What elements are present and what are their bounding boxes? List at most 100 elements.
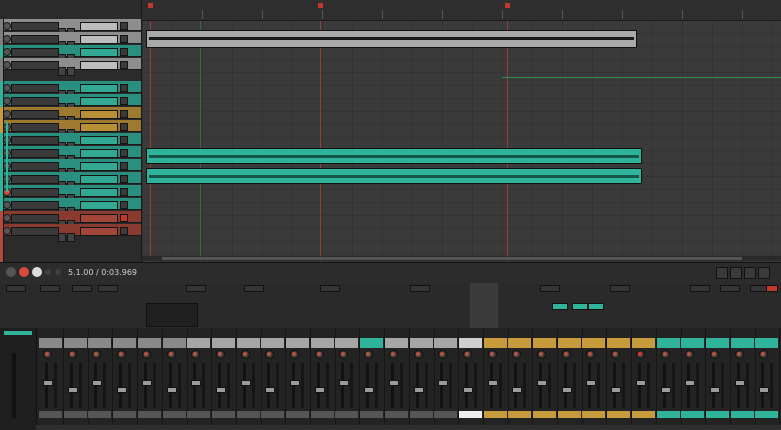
mixer-channel-strip[interactable] bbox=[483, 328, 509, 430]
record-arm-button[interactable] bbox=[3, 227, 11, 235]
track-row[interactable] bbox=[0, 81, 141, 183]
track-row[interactable] bbox=[0, 120, 141, 222]
track-name-field[interactable] bbox=[11, 188, 59, 197]
fader-handle[interactable] bbox=[240, 380, 251, 386]
channel-header[interactable] bbox=[211, 338, 235, 348]
fader-handle[interactable] bbox=[339, 380, 350, 386]
record-arm-indicator[interactable] bbox=[390, 352, 395, 356]
record-arm-button[interactable] bbox=[3, 35, 11, 43]
channel-header[interactable] bbox=[458, 338, 482, 348]
fader-handle[interactable] bbox=[388, 380, 399, 386]
marker-flag[interactable] bbox=[505, 3, 510, 8]
volume-fader-track[interactable] bbox=[366, 363, 370, 408]
track-io-field[interactable] bbox=[80, 35, 118, 44]
track-name-field[interactable] bbox=[11, 201, 59, 210]
mixer-channel-strip[interactable] bbox=[87, 328, 114, 430]
channel-header[interactable] bbox=[557, 338, 581, 348]
record-arm-button[interactable] bbox=[3, 201, 11, 209]
fx-icon[interactable] bbox=[120, 188, 128, 196]
fader-handle[interactable] bbox=[290, 380, 300, 386]
record-arm-button[interactable] bbox=[3, 214, 11, 222]
record-arm-indicator[interactable] bbox=[662, 352, 667, 356]
mixer-channel-strip[interactable] bbox=[112, 328, 139, 430]
track-name-field[interactable] bbox=[11, 175, 59, 184]
mixer-channel-strip[interactable] bbox=[730, 328, 756, 430]
mixer-channel-strip[interactable] bbox=[458, 328, 484, 430]
pause-button[interactable] bbox=[45, 269, 51, 275]
volume-fader-track[interactable] bbox=[662, 363, 666, 408]
track-row[interactable] bbox=[0, 224, 141, 326]
fx-icon[interactable] bbox=[120, 149, 128, 157]
fader-handle[interactable] bbox=[512, 387, 523, 393]
fx-icon[interactable] bbox=[120, 162, 128, 170]
track-row[interactable] bbox=[0, 159, 141, 261]
volume-fader-track[interactable] bbox=[267, 363, 271, 408]
track-name-field[interactable] bbox=[11, 149, 59, 158]
mixer-channel-strip[interactable] bbox=[186, 328, 213, 430]
track-io-field[interactable] bbox=[80, 201, 118, 210]
channel-header[interactable] bbox=[730, 338, 754, 348]
channel-header[interactable] bbox=[434, 338, 458, 348]
fx-icon[interactable] bbox=[120, 84, 128, 92]
mixer-channel-strip[interactable] bbox=[38, 328, 64, 430]
fader-handle[interactable] bbox=[117, 387, 128, 393]
channel-header[interactable] bbox=[483, 338, 507, 348]
channel-header[interactable] bbox=[582, 338, 606, 348]
fx-icon[interactable] bbox=[120, 35, 128, 43]
channel-header[interactable] bbox=[384, 338, 408, 348]
track-name-field[interactable] bbox=[11, 123, 59, 132]
record-arm-indicator[interactable] bbox=[143, 352, 148, 356]
mixer-channel-strip[interactable] bbox=[384, 328, 410, 430]
record-arm-indicator[interactable] bbox=[489, 352, 494, 356]
fader-handle[interactable] bbox=[734, 380, 745, 386]
mixer-toolbar-button[interactable] bbox=[72, 285, 92, 292]
routing-panel[interactable] bbox=[146, 303, 198, 327]
track-io-field[interactable] bbox=[80, 97, 118, 106]
volume-fader-track[interactable] bbox=[415, 363, 419, 408]
channel-header[interactable] bbox=[187, 338, 211, 348]
channel-header[interactable] bbox=[310, 338, 334, 348]
fader-handle[interactable] bbox=[92, 380, 103, 386]
mixer-toolbar-button[interactable] bbox=[244, 285, 264, 292]
fader-handle[interactable] bbox=[759, 387, 770, 393]
channel-header[interactable] bbox=[533, 338, 556, 348]
mixer-channel-strip[interactable] bbox=[137, 328, 163, 430]
track-name-field[interactable] bbox=[11, 110, 59, 119]
fx-icon[interactable] bbox=[120, 110, 128, 118]
track-name-field[interactable] bbox=[11, 214, 59, 223]
track-io-field[interactable] bbox=[80, 188, 118, 197]
volume-fader-track[interactable] bbox=[316, 363, 320, 408]
track-row[interactable] bbox=[0, 45, 141, 147]
record-arm-indicator[interactable] bbox=[563, 352, 568, 356]
mixer-channel-strip[interactable] bbox=[581, 328, 608, 430]
fx-icon[interactable] bbox=[120, 48, 128, 56]
volume-fader-track[interactable] bbox=[613, 363, 617, 408]
track-io-field[interactable] bbox=[80, 162, 118, 171]
volume-fader-track[interactable] bbox=[711, 363, 715, 408]
record-arm-indicator[interactable] bbox=[242, 352, 247, 356]
track-row[interactable] bbox=[0, 146, 141, 248]
channel-header[interactable] bbox=[755, 338, 779, 348]
track-row[interactable] bbox=[0, 107, 141, 209]
fx-icon[interactable] bbox=[120, 61, 128, 69]
metronome-icon[interactable] bbox=[716, 267, 728, 279]
mixer-toolbar-button[interactable] bbox=[40, 285, 60, 292]
volume-fader-track[interactable] bbox=[168, 363, 172, 408]
fader-handle[interactable] bbox=[166, 387, 177, 393]
mixer-teal-button[interactable] bbox=[552, 303, 568, 310]
track-io-field[interactable] bbox=[80, 22, 118, 31]
mixer-channel-strip[interactable] bbox=[754, 328, 781, 430]
fx-icon[interactable] bbox=[120, 97, 128, 105]
fader-handle[interactable] bbox=[413, 387, 424, 393]
channel-header[interactable] bbox=[607, 338, 631, 348]
record-arm-indicator[interactable] bbox=[45, 352, 49, 356]
scrollbar-thumb[interactable] bbox=[162, 257, 742, 260]
fader-handle[interactable] bbox=[67, 387, 78, 393]
record-arm-indicator[interactable] bbox=[316, 352, 321, 356]
mixer-toolbar-button[interactable] bbox=[410, 285, 430, 292]
mixer-channel-strip[interactable] bbox=[631, 328, 657, 430]
marker-flag[interactable] bbox=[148, 3, 153, 8]
mixer-teal-button[interactable] bbox=[588, 303, 604, 310]
mixer-channel-strip[interactable] bbox=[285, 328, 311, 430]
fader-handle[interactable] bbox=[660, 387, 671, 393]
